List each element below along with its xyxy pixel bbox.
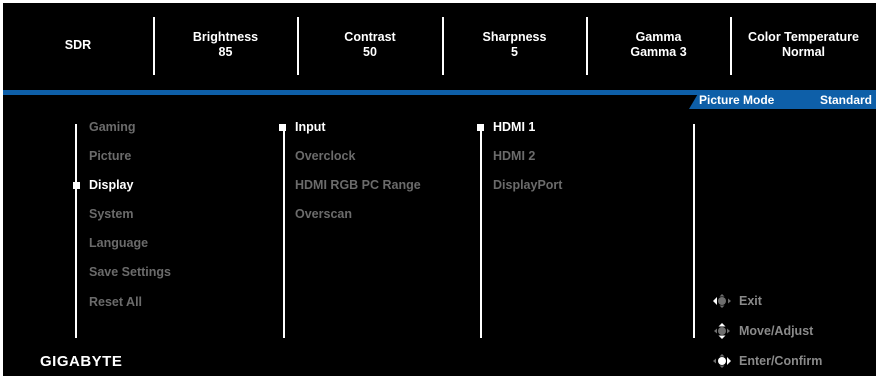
status-color-temperature: Color Temperature Normal	[731, 3, 876, 87]
joystick-up-down-icon	[714, 323, 730, 339]
status-sdr: SDR	[3, 3, 153, 87]
status-gamma-label: Gamma	[635, 30, 682, 44]
status-sharpness-label: Sharpness	[482, 30, 547, 44]
main-menu-language[interactable]: Language	[89, 236, 148, 251]
main-menu-line	[75, 124, 77, 338]
selection-marker	[73, 182, 80, 189]
status-color-temperature-value: Normal	[781, 45, 826, 59]
picture-mode-value: Standard	[819, 93, 872, 107]
status-contrast-value: 50	[363, 45, 377, 59]
status-gamma: Gamma Gamma 3	[587, 3, 730, 87]
sub-menu-overclock[interactable]: Overclock	[295, 149, 355, 164]
main-menu-picture[interactable]: Picture	[89, 149, 131, 164]
status-sharpness-value: 5	[511, 45, 518, 59]
status-sharpness: Sharpness 5	[443, 3, 586, 87]
status-gamma-value: Gamma 3	[630, 45, 687, 59]
hint-move-adjust-label: Move/Adjust	[739, 324, 814, 338]
sub-menu-hdmi-rgb-pc-range[interactable]: HDMI RGB PC Range	[295, 178, 421, 193]
sub-menu-overscan[interactable]: Overscan	[295, 207, 352, 222]
status-brightness: Brightness 85	[154, 3, 297, 87]
hint-move-adjust: Move/Adjust	[709, 323, 813, 339]
main-menu-system[interactable]: System	[89, 207, 133, 222]
main-menu-reset-all[interactable]: Reset All	[89, 295, 142, 310]
option-displayport[interactable]: DisplayPort	[493, 178, 562, 193]
gigabyte-logo: GIGABYTE	[40, 353, 123, 370]
options-line	[480, 124, 482, 338]
status-bar: SDR Brightness 85 Contrast 50 Sharpness …	[3, 3, 876, 87]
hint-column-line	[693, 124, 695, 338]
hint-enter-confirm: Enter/Confirm	[709, 353, 822, 369]
hint-exit-label: Exit	[739, 294, 762, 308]
joystick-left-icon	[713, 294, 731, 308]
hint-enter-confirm-label: Enter/Confirm	[739, 354, 823, 368]
joystick-right-icon	[713, 354, 731, 368]
main-menu-gaming[interactable]: Gaming	[89, 120, 136, 135]
status-contrast-label: Contrast	[344, 30, 396, 44]
osd-menu: SDR Brightness 85 Contrast 50 Sharpness …	[3, 3, 876, 376]
main-menu-save-settings[interactable]: Save Settings	[89, 265, 171, 280]
sub-menu-line	[283, 124, 285, 338]
hint-exit: Exit	[709, 293, 762, 309]
status-brightness-label: Brightness	[192, 30, 259, 44]
sub-menu-input[interactable]: Input	[295, 120, 326, 135]
selection-marker	[279, 124, 286, 131]
status-sdr-label: SDR	[64, 37, 92, 52]
selection-marker	[477, 124, 484, 131]
status-color-temperature-label: Color Temperature	[748, 30, 859, 44]
main-menu-display[interactable]: Display	[89, 178, 133, 193]
option-hdmi-1[interactable]: HDMI 1	[493, 120, 535, 135]
picture-mode-tab: Picture Mode Standard	[689, 92, 876, 109]
option-hdmi-2[interactable]: HDMI 2	[493, 149, 535, 164]
status-contrast: Contrast 50	[298, 3, 442, 87]
picture-mode-label: Picture Mode	[699, 93, 775, 107]
status-brightness-value: 85	[218, 45, 233, 59]
